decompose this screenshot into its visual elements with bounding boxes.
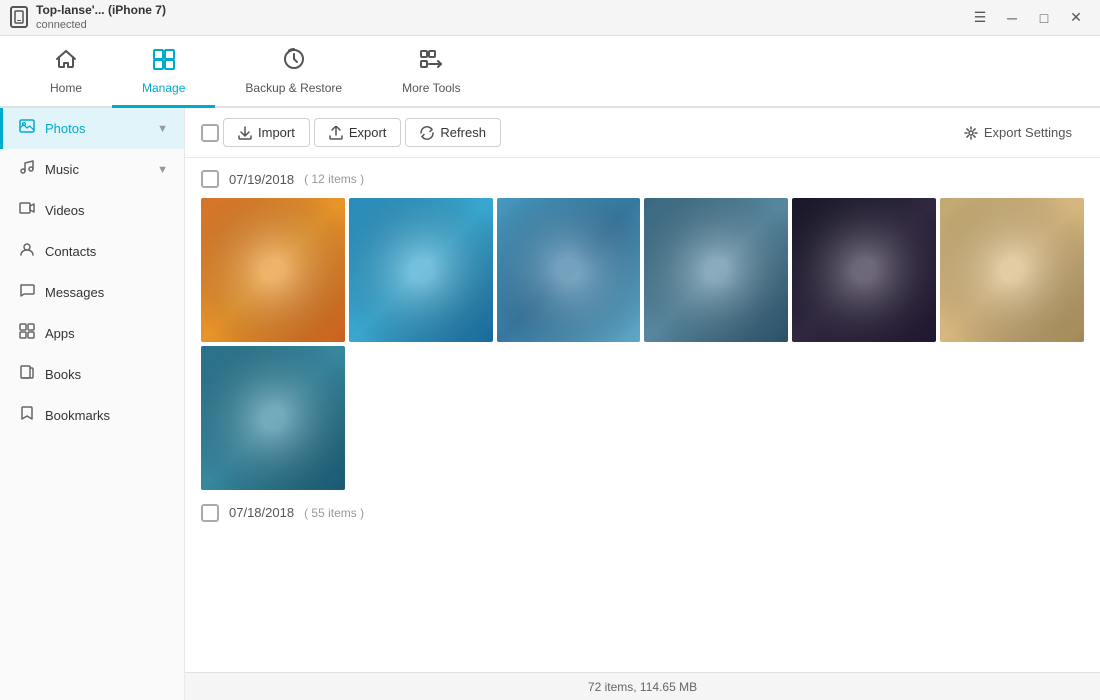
import-button[interactable]: Import [223, 118, 310, 147]
date-header-1: 07/19/2018 ( 12 items ) [201, 168, 1084, 190]
music-icon [19, 159, 35, 180]
refresh-label: Refresh [440, 125, 486, 140]
sidebar-contacts-label: Contacts [45, 244, 168, 259]
date-count-2: ( 55 items ) [304, 506, 364, 520]
manage-icon [152, 47, 176, 77]
date-label-1: 07/19/2018 [229, 172, 294, 187]
photo-item[interactable] [201, 198, 345, 342]
sidebar-books-label: Books [45, 367, 168, 382]
sidebar-bookmarks-label: Bookmarks [45, 408, 168, 423]
messages-icon [19, 282, 35, 303]
sidebar-item-books[interactable]: Books [0, 354, 184, 395]
device-name: Top-lanse'... (iPhone 7) [36, 3, 166, 19]
content-area: Import Export Refresh [185, 108, 1100, 700]
photos-arrow-icon: ▼ [157, 123, 168, 135]
date-checkbox-1[interactable] [201, 170, 219, 188]
device-info-section: Top-lanse'... (iPhone 7) connected [10, 3, 166, 33]
device-info: Top-lanse'... (iPhone 7) connected [36, 3, 166, 33]
sidebar: Photos ▼ Music ▼ Videos [0, 108, 185, 700]
export-settings-label: Export Settings [984, 125, 1072, 140]
status-bar: 72 items, 114.65 MB [185, 672, 1100, 700]
export-label: Export [349, 125, 387, 140]
main-area: Photos ▼ Music ▼ Videos [0, 108, 1100, 700]
tab-tools[interactable]: More Tools [372, 36, 490, 108]
tab-tools-label: More Tools [402, 81, 460, 95]
backup-icon [282, 47, 306, 77]
home-icon [54, 47, 78, 77]
import-label: Import [258, 125, 295, 140]
refresh-icon [420, 126, 434, 140]
photo-item[interactable] [349, 198, 493, 342]
photos-area[interactable]: 07/19/2018 ( 12 items ) 07/18/2018 ( 55 … [185, 158, 1100, 672]
tools-icon [419, 47, 443, 77]
sidebar-item-photos[interactable]: Photos ▼ [0, 108, 184, 149]
toolbar: Import Export Refresh [185, 108, 1100, 158]
date-group-2: 07/18/2018 ( 55 items ) [201, 502, 1084, 532]
date-label-2: 07/18/2018 [229, 505, 294, 520]
menu-button[interactable]: ☰ [966, 4, 994, 32]
videos-icon [19, 200, 35, 221]
export-button[interactable]: Export [314, 118, 402, 147]
photo-item[interactable] [497, 198, 641, 342]
tab-manage[interactable]: Manage [112, 36, 215, 108]
tab-manage-label: Manage [142, 81, 185, 95]
photo-item[interactable] [792, 198, 936, 342]
device-icon [10, 6, 28, 28]
settings-icon [964, 126, 978, 140]
sidebar-item-messages[interactable]: Messages [0, 272, 184, 313]
sidebar-item-apps[interactable]: Apps [0, 313, 184, 354]
close-button[interactable]: ✕ [1062, 4, 1090, 32]
photo-item[interactable] [940, 198, 1084, 342]
sidebar-item-videos[interactable]: Videos [0, 190, 184, 231]
sidebar-item-contacts[interactable]: Contacts [0, 231, 184, 272]
music-arrow-icon: ▼ [157, 164, 168, 176]
tab-backup[interactable]: Backup & Restore [215, 36, 372, 108]
sidebar-messages-label: Messages [45, 285, 168, 300]
sidebar-item-bookmarks[interactable]: Bookmarks [0, 395, 184, 436]
title-bar: Top-lanse'... (iPhone 7) connected ☰ ─ □… [0, 0, 1100, 36]
sidebar-music-label: Music [45, 162, 147, 177]
export-settings-button[interactable]: Export Settings [952, 119, 1084, 146]
contacts-icon [19, 241, 35, 262]
sidebar-photos-label: Photos [45, 121, 147, 136]
sidebar-apps-label: Apps [45, 326, 168, 341]
minimize-button[interactable]: ─ [998, 4, 1026, 32]
nav-tabs: Home Manage Backup & Restore [0, 36, 1100, 108]
window-controls: ☰ ─ □ ✕ [966, 4, 1090, 32]
maximize-button[interactable]: □ [1030, 4, 1058, 32]
select-all-checkbox[interactable] [201, 124, 219, 142]
apps-icon [19, 323, 35, 344]
tab-home[interactable]: Home [20, 36, 112, 108]
date-count-1: ( 12 items ) [304, 172, 364, 186]
photos-icon [19, 118, 35, 139]
refresh-button[interactable]: Refresh [405, 118, 501, 147]
tab-home-label: Home [50, 81, 82, 95]
import-icon [238, 126, 252, 140]
status-text: 72 items, 114.65 MB [588, 680, 697, 694]
date-checkbox-2[interactable] [201, 504, 219, 522]
bookmarks-icon [19, 405, 35, 426]
sidebar-item-music[interactable]: Music ▼ [0, 149, 184, 190]
photo-item[interactable] [201, 346, 345, 490]
books-icon [19, 364, 35, 385]
date-header-2: 07/18/2018 ( 55 items ) [201, 502, 1084, 524]
date-group-1: 07/19/2018 ( 12 items ) [201, 168, 1084, 490]
photo-grid-1 [201, 198, 1084, 490]
toolbar-left: Import Export Refresh [201, 118, 948, 147]
tab-backup-label: Backup & Restore [245, 81, 342, 95]
export-icon [329, 126, 343, 140]
device-status: connected [36, 18, 166, 32]
photo-item[interactable] [644, 198, 788, 342]
sidebar-videos-label: Videos [45, 203, 168, 218]
